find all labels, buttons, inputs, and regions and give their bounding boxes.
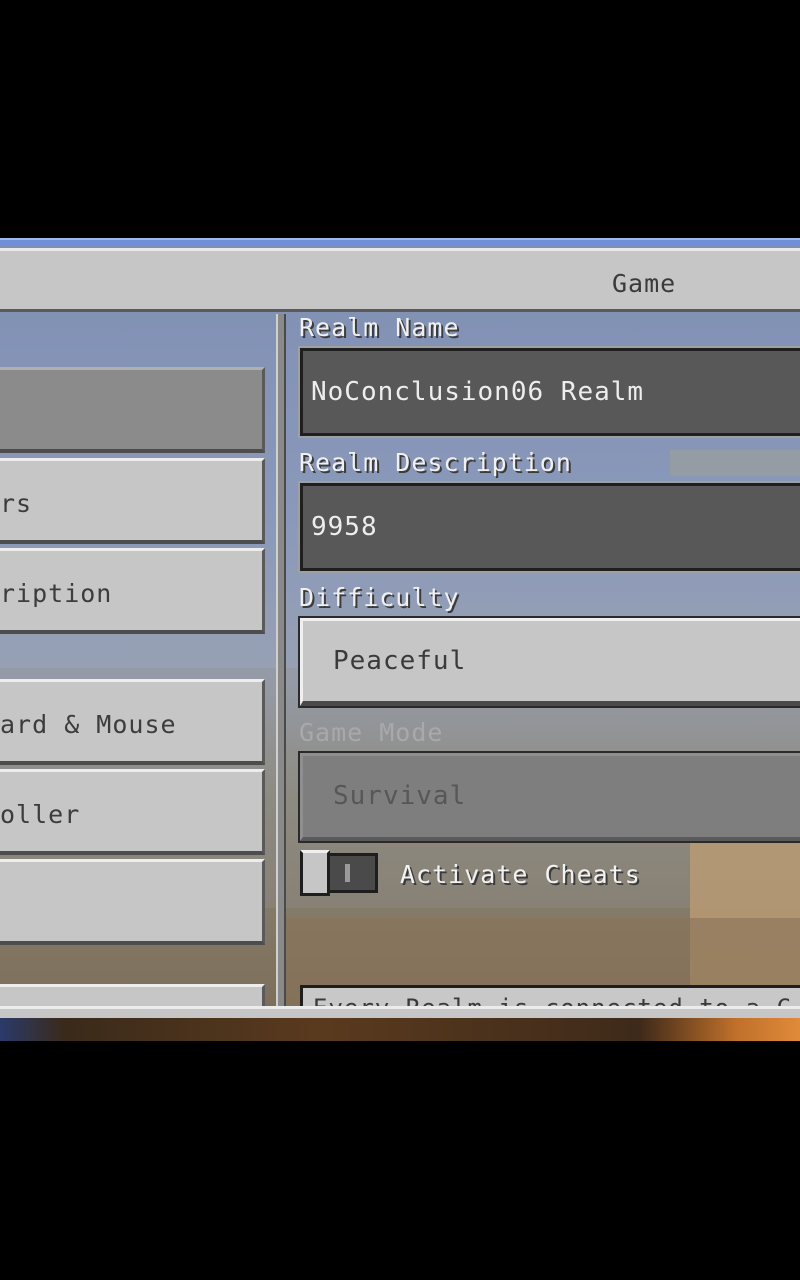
difficulty-label: Difficulty xyxy=(299,583,460,612)
panel-divider xyxy=(276,314,286,1014)
realm-description-label: Realm Description xyxy=(299,448,572,477)
realm-description-value: 9958 xyxy=(311,512,378,542)
difficulty-dropdown[interactable]: Peaceful xyxy=(298,616,800,708)
cheats-toggle[interactable] xyxy=(300,850,378,896)
realm-name-field[interactable]: NoConclusion06 Realm xyxy=(298,346,800,438)
sidebar-item-label: ard & Mouse xyxy=(0,710,177,739)
sidebar-item-controller[interactable]: oller xyxy=(0,769,265,855)
realm-name-label: Realm Name xyxy=(299,313,460,342)
game-mode-label: Game Mode xyxy=(299,718,444,747)
scenery-cloud xyxy=(670,450,800,476)
difficulty-value: Peaceful xyxy=(333,646,467,676)
game-mode-value: Survival xyxy=(333,781,467,811)
realm-description-field[interactable]: 9958 xyxy=(298,481,800,573)
realm-name-value: NoConclusion06 Realm xyxy=(311,377,645,407)
sidebar-item-players[interactable]: rs xyxy=(0,458,265,544)
sidebar-item-label: oller xyxy=(0,800,81,829)
cheats-label: Activate Cheats xyxy=(400,860,641,889)
scenery-floor xyxy=(0,1018,800,1041)
game-settings-screen: Game rs ription ard & Mouse oller Realm … xyxy=(0,238,800,1041)
window-top-border xyxy=(0,238,800,246)
sidebar-item-selected[interactable] xyxy=(0,367,265,453)
sidebar-item-subscription[interactable]: ription xyxy=(0,548,265,634)
sidebar-item-label: rs xyxy=(0,489,33,518)
sidebar: rs ription ard & Mouse oller xyxy=(0,314,276,1041)
header-bar: Game xyxy=(0,248,800,312)
toggle-knob[interactable] xyxy=(300,850,330,896)
page-title: Game xyxy=(612,269,677,298)
game-mode-dropdown[interactable]: Survival xyxy=(298,751,800,843)
toggle-off-mark xyxy=(345,864,350,882)
sidebar-item-keyboard-mouse[interactable]: ard & Mouse xyxy=(0,679,265,765)
sidebar-item-touch[interactable] xyxy=(0,859,265,945)
sidebar-item-label: ription xyxy=(0,579,113,608)
